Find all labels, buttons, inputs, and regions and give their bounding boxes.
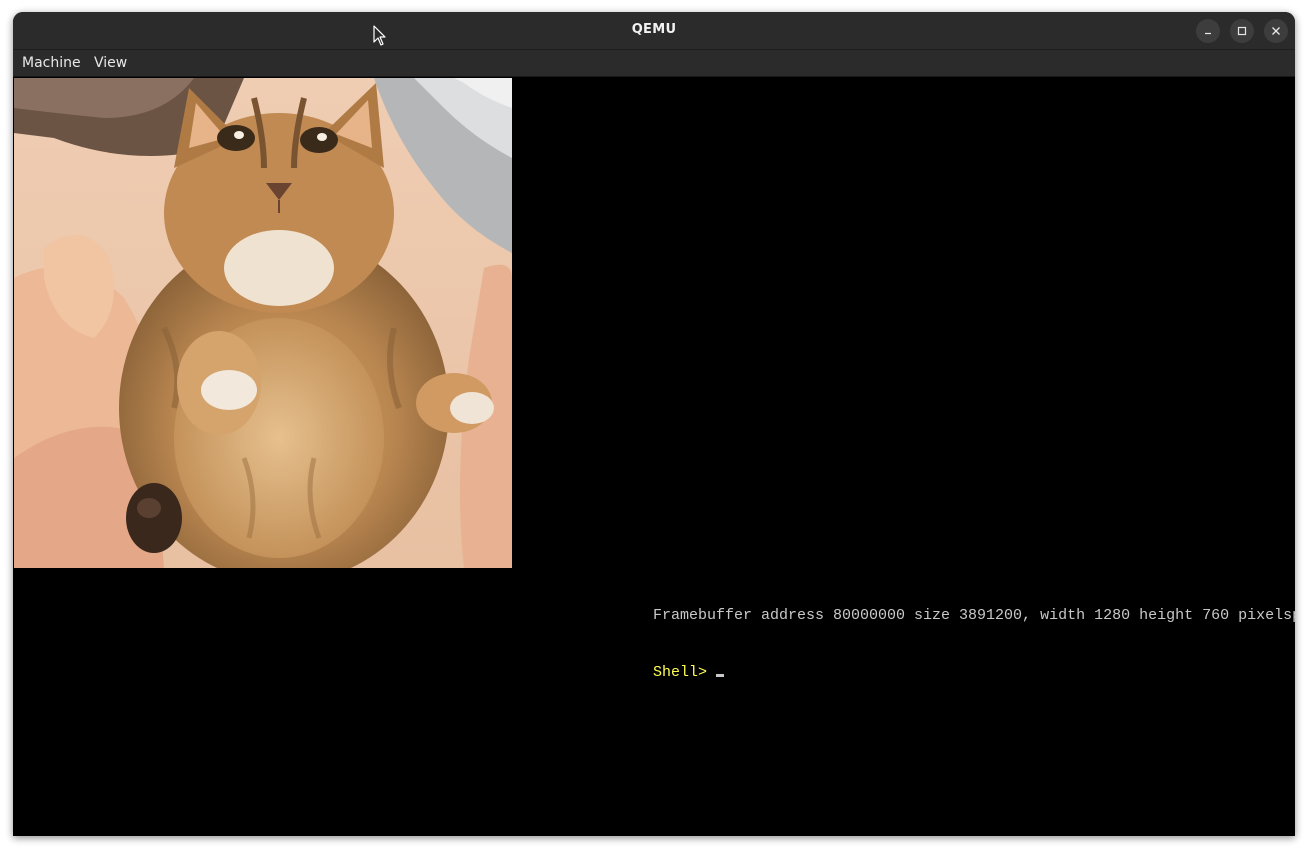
vm-display[interactable]: Framebuffer address 80000000 size 389120…: [13, 77, 1295, 836]
menu-machine[interactable]: Machine: [22, 54, 81, 72]
framebuffer-info-line: Framebuffer address 80000000 size 389120…: [653, 607, 1295, 624]
window-title: QEMU: [631, 22, 677, 37]
text-cursor: [716, 674, 725, 677]
menubar: Machine View: [13, 50, 1295, 77]
minimize-button[interactable]: [1196, 19, 1220, 43]
close-icon: [1272, 27, 1280, 35]
mouse-pointer-icon: [373, 25, 386, 46]
shell-prompt: Shell>: [653, 664, 708, 681]
console-output: Framebuffer address 80000000 size 389120…: [653, 568, 1295, 720]
qemu-window: QEMU Machine View Framebuffer address 80…: [13, 12, 1295, 836]
maximize-button[interactable]: [1230, 19, 1254, 43]
cat-photo: [14, 78, 512, 568]
minimize-icon: [1205, 32, 1211, 35]
shell-prompt-line[interactable]: Shell>: [653, 663, 1295, 682]
titlebar[interactable]: QEMU: [13, 12, 1295, 50]
maximize-icon: [1237, 26, 1247, 36]
close-button[interactable]: [1264, 19, 1288, 43]
menu-view[interactable]: View: [94, 54, 127, 72]
